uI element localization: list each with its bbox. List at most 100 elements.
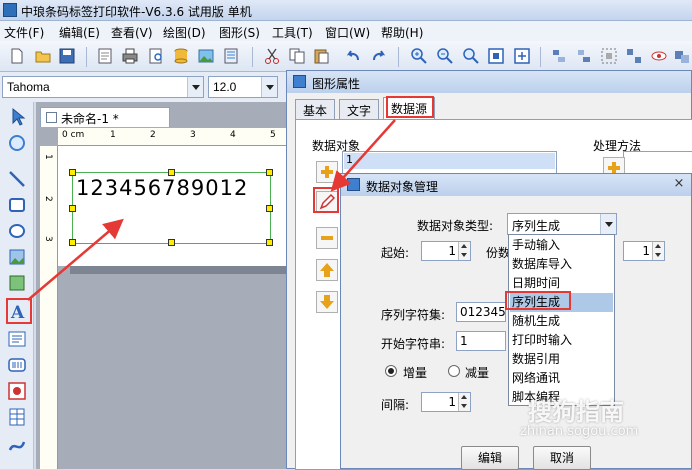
- redo-icon[interactable]: [370, 47, 388, 65]
- start-string-field[interactable]: 1: [456, 331, 506, 351]
- menu-edit[interactable]: 编辑(E): [59, 24, 100, 41]
- paste-icon[interactable]: [312, 47, 330, 65]
- menu-draw[interactable]: 绘图(D): [163, 24, 206, 41]
- actual-size-icon[interactable]: [513, 47, 531, 65]
- dropdown-option-random[interactable]: 随机生成: [510, 312, 613, 331]
- database-icon[interactable]: [172, 47, 190, 65]
- app-title: 中琅条码标签打印软件-V6.3.6 试用版 单机: [21, 5, 252, 19]
- watermark-url: zhinan.sogou.com: [520, 424, 639, 439]
- chevron-down-icon[interactable]: [187, 77, 203, 97]
- serial-option-highlight: [505, 291, 571, 310]
- resize-handle[interactable]: [69, 169, 76, 176]
- curve-tool-icon[interactable]: [6, 434, 28, 456]
- move-down-icon[interactable]: [316, 291, 338, 313]
- spin-arrows-icon[interactable]: [652, 242, 664, 260]
- charset-field[interactable]: 0123456: [456, 302, 506, 322]
- align-left-icon[interactable]: [550, 47, 568, 65]
- spin-arrows-icon[interactable]: [458, 242, 470, 260]
- dropdown-option-data-reference[interactable]: 数据引用: [510, 350, 613, 369]
- app-logo-icon: [3, 3, 17, 17]
- cancel-button[interactable]: 取消: [533, 446, 591, 470]
- menu-view[interactable]: 查看(V): [111, 24, 153, 41]
- copy-icon[interactable]: [288, 47, 306, 65]
- resize-handle[interactable]: [69, 239, 76, 246]
- barcode-tool-icon[interactable]: [6, 354, 28, 376]
- resize-handle[interactable]: [168, 239, 175, 246]
- image-icon[interactable]: [197, 47, 215, 65]
- print-preview-icon[interactable]: [147, 47, 165, 65]
- increase-radio[interactable]: [385, 365, 397, 377]
- undo-icon[interactable]: [344, 47, 362, 65]
- menu-file[interactable]: 文件(F): [4, 24, 44, 41]
- line-tool-icon[interactable]: [6, 168, 28, 190]
- zoom-in-icon[interactable]: [410, 47, 428, 65]
- move-up-icon[interactable]: [316, 259, 338, 281]
- menu-tools[interactable]: 工具(T): [272, 24, 313, 41]
- resize-handle[interactable]: [266, 169, 273, 176]
- resize-handle[interactable]: [266, 205, 273, 212]
- page-setup-icon[interactable]: [96, 47, 114, 65]
- table-tool-icon[interactable]: [6, 406, 28, 428]
- canvas-text-content: 123456789012: [76, 176, 249, 200]
- add-icon[interactable]: [316, 161, 338, 183]
- dropdown-option-network[interactable]: 网络通讯: [510, 369, 613, 388]
- menu-window[interactable]: 窗口(W): [325, 24, 370, 41]
- chevron-down-icon[interactable]: [600, 214, 616, 234]
- menu-shape[interactable]: 图形(S): [219, 24, 260, 41]
- ruler-label: 1: [43, 154, 53, 160]
- ellipse-tool-icon[interactable]: [6, 220, 28, 242]
- interval-value: 1: [448, 395, 456, 409]
- font-family-select[interactable]: Tahoma: [2, 76, 204, 98]
- chevron-down-icon[interactable]: [261, 77, 277, 97]
- data-source-tab-highlight: [386, 96, 434, 118]
- rich-text-tool-icon[interactable]: [6, 328, 28, 350]
- open-folder-icon[interactable]: [34, 47, 52, 65]
- group-icon[interactable]: [600, 47, 618, 65]
- pan-tool-icon[interactable]: [6, 132, 28, 154]
- fit-page-icon[interactable]: [487, 47, 505, 65]
- dropdown-option-manual[interactable]: 手动输入: [510, 236, 613, 255]
- cut-icon[interactable]: [263, 47, 281, 65]
- zoom-out-icon[interactable]: [436, 47, 454, 65]
- menu-help[interactable]: 帮助(H): [381, 24, 423, 41]
- spin-arrows-icon[interactable]: [458, 393, 470, 411]
- tab-basic[interactable]: 基本: [295, 99, 336, 119]
- resize-handle[interactable]: [168, 169, 175, 176]
- rectangle-tool-icon[interactable]: [6, 194, 28, 216]
- dropdown-option-print-input[interactable]: 打印时输入: [510, 331, 613, 350]
- document-tab[interactable]: 未命名-1 *: [40, 107, 170, 127]
- data-type-value: 序列生成: [512, 219, 561, 233]
- ruler-label: 4: [230, 130, 236, 140]
- align-center-icon[interactable]: [575, 47, 593, 65]
- arrange-icon[interactable]: [673, 47, 691, 65]
- picture-tool-icon[interactable]: [6, 246, 28, 268]
- zoom-fit-icon[interactable]: [462, 47, 480, 65]
- ruler-label: 3: [43, 236, 53, 242]
- copies-stepper[interactable]: 1: [623, 241, 665, 261]
- data-type-select[interactable]: 序列生成: [507, 213, 617, 235]
- interval-stepper[interactable]: 1: [421, 392, 471, 412]
- tab-text[interactable]: 文字: [339, 99, 380, 119]
- save-icon[interactable]: [58, 47, 76, 65]
- settings-eye-icon[interactable]: [650, 47, 668, 65]
- resize-handle[interactable]: [266, 239, 273, 246]
- decrease-radio[interactable]: [448, 365, 460, 377]
- tool-palette: A: [0, 102, 34, 469]
- batch-print-icon[interactable]: [222, 47, 240, 65]
- edit-button[interactable]: 编辑: [461, 446, 519, 470]
- list-item[interactable]: 1: [344, 153, 555, 169]
- image-tool-icon[interactable]: [6, 272, 28, 294]
- dropdown-option-database[interactable]: 数据库导入: [510, 255, 613, 274]
- print-icon[interactable]: [121, 47, 139, 65]
- pointer-tool-icon[interactable]: [6, 106, 28, 128]
- new-file-icon[interactable]: [8, 47, 26, 65]
- delete-icon[interactable]: [316, 227, 338, 249]
- data-type-dropdown-list: 手动输入 数据库导入 日期时间 序列生成 随机生成 打印时输入 数据引用 网络通…: [508, 234, 615, 406]
- font-size-select[interactable]: 12.0: [208, 76, 278, 98]
- ungroup-icon[interactable]: [625, 47, 643, 65]
- start-stepper[interactable]: 1: [421, 241, 471, 261]
- qrcode-tool-icon[interactable]: [6, 380, 28, 402]
- data-type-label: 数据对象类型:: [417, 219, 494, 233]
- close-icon[interactable]: ×: [671, 177, 687, 192]
- resize-handle[interactable]: [69, 205, 76, 212]
